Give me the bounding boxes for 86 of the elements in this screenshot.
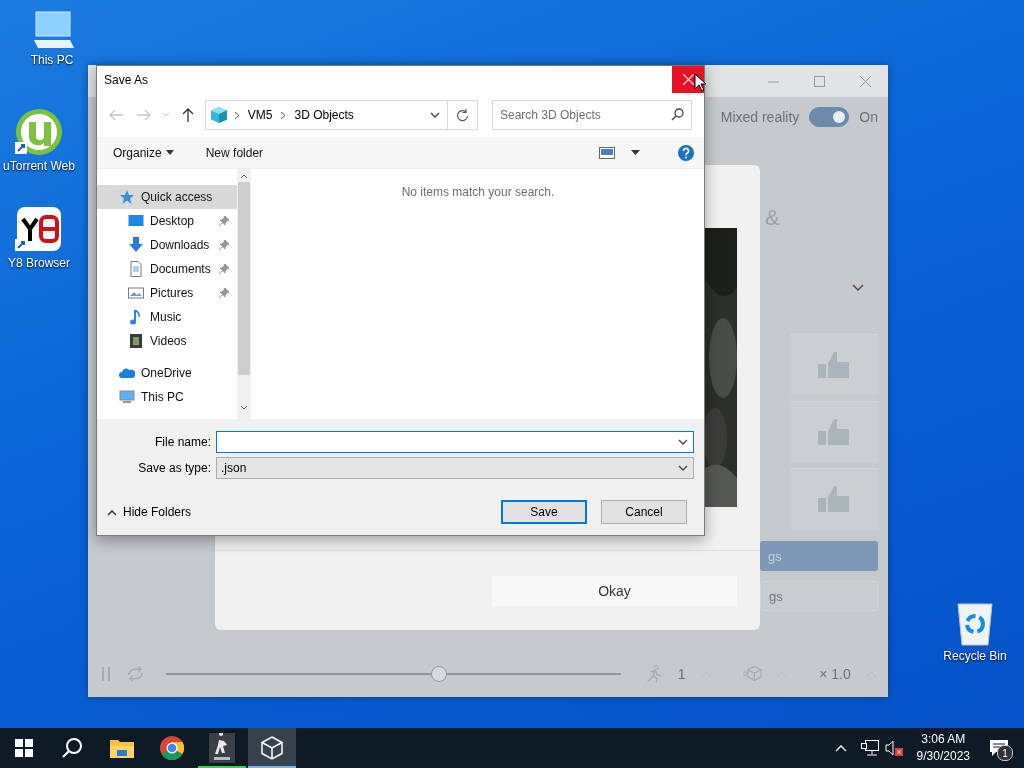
desktop-icon-label[interactable]: This PC bbox=[30, 53, 74, 67]
speed-value: × 1.0 bbox=[819, 665, 851, 682]
caret-down-icon bbox=[165, 150, 174, 155]
nav-item[interactable]: Pictures bbox=[97, 281, 237, 305]
view-icon[interactable] bbox=[599, 146, 615, 159]
save-type-dropdown[interactable]: .json bbox=[216, 457, 694, 479]
nav-item[interactable]: Videos bbox=[97, 329, 237, 353]
desktop-icon-label[interactable]: Y8 Browser bbox=[8, 256, 70, 270]
pin-icon bbox=[219, 264, 229, 274]
search-icon bbox=[61, 737, 83, 759]
pin-icon bbox=[219, 216, 229, 226]
recycle-bin-icon bbox=[955, 600, 995, 646]
refresh-icon bbox=[456, 108, 469, 122]
address-bar[interactable]: VM5 3D Objects bbox=[204, 100, 478, 130]
scroll-up-icon[interactable] bbox=[240, 173, 248, 179]
breadcrumb-item[interactable]: VM5 bbox=[245, 108, 275, 122]
folder-icon bbox=[110, 738, 134, 758]
up-arrow-icon bbox=[181, 108, 194, 122]
computer-icon bbox=[119, 389, 135, 405]
volume-muted-icon[interactable] bbox=[884, 740, 903, 756]
file-name-field[interactable] bbox=[216, 431, 694, 453]
scrollbar[interactable] bbox=[237, 169, 251, 419]
chevron-up-icon[interactable] bbox=[834, 744, 847, 752]
pin-icon bbox=[219, 288, 229, 298]
nav-item[interactable]: This PC bbox=[97, 385, 237, 409]
close-icon bbox=[682, 74, 694, 85]
mixed-reality-label: Mixed reality bbox=[720, 109, 800, 125]
dialog-button[interactable]: Cancel bbox=[601, 500, 687, 524]
monitor-icon bbox=[128, 213, 144, 229]
slider-thumb[interactable] bbox=[431, 665, 448, 682]
empty-message: No items match your search. bbox=[401, 185, 555, 201]
search-icon[interactable] bbox=[671, 108, 684, 121]
utorrent-logo-icon bbox=[15, 108, 63, 156]
picture-icon bbox=[128, 285, 144, 301]
nav-item[interactable]: Downloads bbox=[97, 233, 237, 257]
scroll-down-icon[interactable] bbox=[240, 405, 248, 411]
help-icon[interactable] bbox=[678, 144, 694, 161]
nav-item[interactable]: OneDrive bbox=[97, 361, 237, 385]
okay-button[interactable]: Okay bbox=[492, 576, 737, 606]
windows-logo-icon bbox=[15, 739, 33, 757]
clock[interactable]: 3:06 AM 9/30/2023 bbox=[908, 731, 978, 765]
document-icon bbox=[128, 261, 144, 277]
breadcrumb-item[interactable]: 3D Objects bbox=[292, 108, 356, 122]
animation-count: 1 bbox=[677, 665, 686, 682]
dialog-button[interactable]: Save bbox=[501, 500, 587, 524]
toggle-state-label: On bbox=[859, 109, 878, 125]
close-icon bbox=[859, 75, 871, 87]
notification-badge: 1 bbox=[997, 745, 1013, 761]
pin-icon bbox=[219, 240, 229, 250]
chrome-logo-icon bbox=[160, 736, 184, 760]
back-arrow-icon bbox=[108, 109, 123, 121]
down-arrow-icon bbox=[128, 237, 144, 253]
thumbs-up-panel[interactable] bbox=[790, 401, 878, 462]
organize-menu[interactable]: Organize bbox=[107, 143, 180, 162]
taskbar-app-button[interactable] bbox=[248, 728, 296, 768]
thumbs-up-panel[interactable] bbox=[790, 334, 878, 395]
window-title: Save As bbox=[104, 72, 150, 87]
maximize-icon bbox=[813, 75, 825, 87]
desktop-icon-label[interactable]: Recycle Bin bbox=[943, 649, 1007, 663]
nav-item[interactable]: Music bbox=[97, 305, 237, 329]
nav-item[interactable]: Quick access bbox=[97, 185, 237, 209]
save-type-label: Save as type: bbox=[137, 461, 212, 475]
game-logo-icon bbox=[209, 733, 235, 763]
search-field[interactable]: Search 3D Objects bbox=[492, 100, 692, 130]
nav-item[interactable]: Documents bbox=[97, 257, 237, 281]
new-folder-button[interactable]: New folder bbox=[199, 143, 270, 162]
nav-item[interactable]: Desktop bbox=[97, 209, 237, 233]
cube-icon bbox=[259, 735, 285, 761]
caret-down-icon bbox=[161, 112, 170, 118]
forward-arrow-icon bbox=[136, 109, 151, 121]
caret-down-icon[interactable] bbox=[631, 150, 640, 155]
cube-icon bbox=[209, 106, 228, 124]
caret-up-icon bbox=[107, 508, 117, 516]
hide-folders-button[interactable]: Hide Folders bbox=[107, 505, 192, 519]
y8-logo-icon bbox=[15, 205, 63, 253]
file-name-label: File name: bbox=[153, 435, 212, 449]
notification-button[interactable]: 1 bbox=[984, 733, 1014, 763]
heading-text: & bbox=[764, 205, 781, 231]
chevron-right-icon[interactable] bbox=[280, 110, 287, 120]
thumbs-up-panel[interactable] bbox=[790, 468, 878, 529]
network-icon[interactable] bbox=[860, 740, 879, 756]
desktop-icon-label[interactable]: uTorrent Web bbox=[3, 159, 75, 173]
chevron-right-icon[interactable] bbox=[233, 110, 240, 120]
mixed-reality-toggle[interactable] bbox=[809, 107, 850, 127]
film-icon bbox=[128, 333, 144, 349]
star-icon bbox=[119, 189, 135, 205]
